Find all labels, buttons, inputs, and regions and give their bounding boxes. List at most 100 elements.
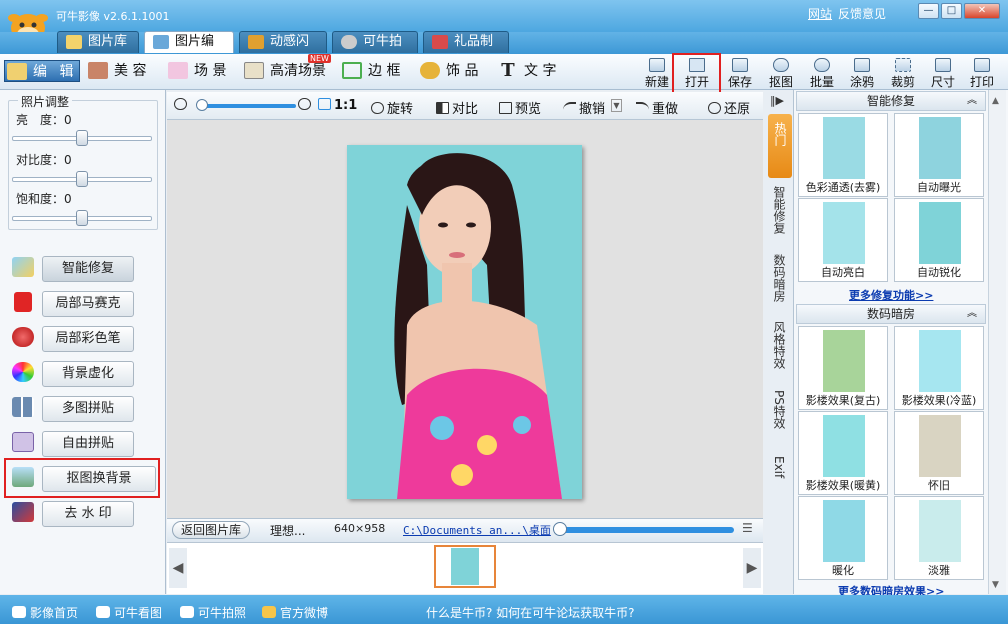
saturation-label: 饱和度： [16,192,65,206]
file-path-link[interactable]: C:\Documents an...\桌面 [403,522,551,538]
brightness-value: 0 [64,113,72,127]
strip-prev-arrow-icon[interactable]: ◀ [169,548,187,588]
effect-card[interactable]: 影楼效果(暖黄) [798,411,888,495]
effect-card[interactable]: 自动亮白 [798,198,888,282]
app-version: v2.6.1.1001 [103,10,170,23]
mode-accessory[interactable]: 饰 品 [418,60,488,82]
print-button[interactable]: 打印 [967,56,997,90]
scroll-down-arrow-icon[interactable]: ▼ [992,580,999,590]
tab-animation[interactable]: 动感闪图 [239,31,327,69]
thumbnail-zoom-track[interactable] [554,527,734,533]
compare-label: 对比 [452,102,479,117]
eye-icon [96,606,110,618]
compare-button[interactable]: 对比 [436,98,478,117]
undo-dropdown-chevron-icon[interactable]: ▼ [611,99,622,112]
effect-card[interactable]: 色彩通透(去雾) [798,113,888,197]
collapse-panel-icon[interactable]: ‖▶ [770,94,784,107]
save-button[interactable]: 保存 [725,56,755,90]
tab-gift[interactable]: 礼品制作 [423,31,509,69]
cutout-highlight [4,458,160,498]
redo-button[interactable]: 重做 [636,98,678,117]
mode-hd-scene[interactable]: 高清场景 [242,60,330,82]
side-tab-ps[interactable]: PS特效 [766,390,792,440]
zoom-out-button[interactable] [174,98,190,113]
back-to-library-button[interactable]: 返回图片库 [172,521,251,539]
undo-button[interactable]: 撤销 [563,98,605,117]
side-tab-style-label: 风格特效 [772,321,786,369]
footer-weibo-link[interactable]: 官方微博 [262,604,328,621]
scroll-up-arrow-icon[interactable]: ▲ [992,96,999,106]
minimize-button[interactable]: — [918,3,939,19]
effect-card[interactable]: 影楼效果(复古) [798,326,888,410]
color-pen-button[interactable]: 局部彩色笔 [42,326,134,352]
multi-collage-button[interactable]: 多图拼贴 [42,396,134,422]
section-header-darkroom[interactable]: 数码暗房 ︽ [796,304,986,324]
mode-beauty[interactable]: 美 容 [86,60,160,82]
zoom-slider[interactable] [196,99,208,111]
zoom-in-button[interactable] [298,98,314,113]
side-tab-darkroom[interactable]: 数码暗房 [766,254,792,314]
app-name: 可牛影像 [56,10,100,23]
footer-viewer-link[interactable]: 可牛看图 [96,604,162,621]
effect-card[interactable]: 淡雅 [894,496,984,580]
tab-edit[interactable]: 图片编辑 [144,31,234,69]
side-tab-exif[interactable]: Exif [766,456,792,506]
effect-thumbnail [823,202,865,264]
side-tab-ps-label: PS特效 [772,390,786,429]
strip-menu-icon[interactable]: ☰ [742,521,753,535]
thumbnail-zoom-slider[interactable] [553,522,567,536]
free-collage-button[interactable]: 自由拼贴 [42,431,134,457]
batch-button[interactable]: 批量 [807,56,837,90]
footer-home-link[interactable]: 影像首页 [12,604,78,621]
footer-notice-link[interactable]: 什么是牛币? 如何在可牛论坛获取牛币? [426,604,635,621]
maximize-button[interactable]: □ [941,3,962,19]
smart-repair-button[interactable]: 智能修复 [42,256,134,282]
collage-grid-icon [12,397,34,417]
feedback-link[interactable]: 反馈意见 [838,5,886,22]
mode-scene[interactable]: 场 景 [166,60,234,82]
zoom-track[interactable] [198,104,296,108]
effect-card[interactable]: 自动锐化 [894,198,984,282]
tab-library[interactable]: 图片库 [57,31,139,53]
side-tab-hot[interactable]: 热门 [768,114,792,178]
background-blur-button[interactable]: 背景虚化 [42,361,134,387]
rotate-label: 旋转 [387,102,414,117]
section-header-repair[interactable]: 智能修复 ︽ [796,91,986,111]
cutout-button[interactable]: 抠图 [766,56,796,90]
right-scrollbar[interactable] [988,90,1006,594]
tab-camera[interactable]: 可牛拍照 [332,31,418,69]
strip-next-arrow-icon[interactable]: ▶ [743,548,761,588]
side-tab-style[interactable]: 风格特效 [766,321,792,381]
preview-button[interactable]: 预览 [499,98,541,117]
mode-frame[interactable]: 边 框 [340,60,410,82]
website-link[interactable]: 网站 [808,5,832,22]
text-t-icon: T [501,60,515,81]
footer-camera-link[interactable]: 可牛拍照 [180,604,246,621]
remove-watermark-button[interactable]: 去 水 印 [42,501,134,527]
restore-button[interactable]: 还原 [708,98,750,117]
saturation-slider[interactable] [76,210,88,226]
effect-card[interactable]: 暖化 [798,496,888,580]
cutout-icon [773,58,789,72]
mode-text[interactable]: T文 字 [496,60,566,82]
brightness-slider[interactable] [76,130,88,146]
side-tab-repair[interactable]: 智能修复 [766,186,792,246]
new-badge: NEW [308,54,331,63]
effect-card[interactable]: 怀旧 [894,411,984,495]
crop-button[interactable]: 裁剪 [888,56,918,90]
contrast-row: 对比度：0 [16,151,72,168]
doodle-button[interactable]: 涂鸦 [847,56,877,90]
resize-button[interactable]: 尺寸 [928,56,958,90]
photo[interactable] [347,145,582,499]
actual-size-button[interactable]: 1:1 [318,98,357,113]
new-button[interactable]: 新建 [642,56,672,90]
mode-edit[interactable]: 编 辑 [4,60,80,82]
rotate-button[interactable]: 旋转 [371,98,413,117]
effect-card[interactable]: 自动曝光 [894,113,984,197]
more-repair-link[interactable]: 更多修复功能>> [849,287,933,303]
close-button[interactable]: ✕ [964,3,1000,19]
contrast-slider[interactable] [76,171,88,187]
effect-card[interactable]: 影楼效果(冷蓝) [894,326,984,410]
image-dimensions: 640×958 [334,522,386,535]
mosaic-button[interactable]: 局部马赛克 [42,291,134,317]
